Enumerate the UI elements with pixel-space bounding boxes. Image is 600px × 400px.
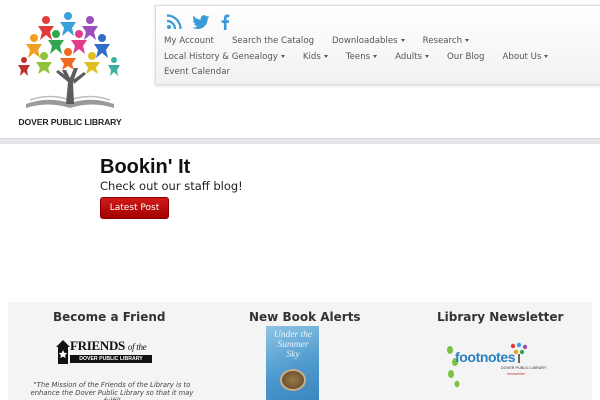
nav-row-2: Local History & Genealogy Kids Teens Adu… <box>164 52 566 62</box>
nav-teens[interactable]: Teens <box>346 52 385 62</box>
footnotes-logo-subtext-2: newsletter <box>507 371 526 376</box>
become-friend-title: Become a Friend <box>53 310 166 324</box>
hero-title: Bookin' It <box>100 156 191 178</box>
social-links <box>166 12 230 32</box>
library-name: DOVER PUBLIC LIBRARY <box>18 117 122 127</box>
rss-icon[interactable] <box>166 14 182 30</box>
book-cover[interactable]: Under the Summer Sky <box>266 326 319 400</box>
header-divider <box>0 138 600 144</box>
house-icon <box>56 340 70 364</box>
chevron-down-icon <box>544 55 549 58</box>
nav-search-catalog[interactable]: Search the Catalog <box>232 36 322 46</box>
nav-event-calendar[interactable]: Event Calendar <box>164 67 238 77</box>
footnotes-logo-subtext: DOVER PUBLIC LIBRARY <box>501 366 547 370</box>
nav-about-us[interactable]: About Us <box>503 52 557 62</box>
footnotes-logo-text: footnotes <box>455 349 516 365</box>
nav-our-blog[interactable]: Our Blog <box>447 52 492 62</box>
library-logo[interactable]: DOVER PUBLIC LIBRARY <box>16 8 124 130</box>
book-title: Under the Summer Sky <box>273 330 313 360</box>
nav-row-3: Event Calendar <box>164 67 248 77</box>
nav-research[interactable]: Research <box>423 36 477 46</box>
new-book-alerts-title: New Book Alerts <box>249 310 361 324</box>
footnotes-logo[interactable]: footnotes DOVER PUBLIC LIBRARY newslette… <box>445 340 547 388</box>
nav-local-history[interactable]: Local History & Genealogy <box>164 52 293 62</box>
nav-kids[interactable]: Kids <box>303 52 336 62</box>
chevron-down-icon <box>323 55 328 58</box>
nav-row-1: My Account Search the Catalog Downloadab… <box>164 36 487 46</box>
main-navigation: My Account Search the Catalog Downloadab… <box>155 5 600 85</box>
hero-subtitle: Check out our staff blog! <box>100 179 243 193</box>
nav-my-account[interactable]: My Account <box>164 36 222 46</box>
twitter-icon[interactable] <box>192 14 210 30</box>
latest-post-button[interactable]: Latest Post <box>100 197 169 219</box>
facebook-icon[interactable] <box>220 14 230 30</box>
tree-logo-icon <box>18 12 120 108</box>
chevron-down-icon <box>280 55 285 58</box>
chevron-down-icon <box>465 39 470 42</box>
chevron-down-icon <box>400 39 405 42</box>
chevron-down-icon <box>373 55 378 58</box>
friends-logo-subtext: DOVER PUBLIC LIBRARY <box>70 355 152 363</box>
friends-logo-text: FRIENDS of the <box>70 338 147 353</box>
book-cover-art <box>280 369 306 391</box>
library-newsletter-title: Library Newsletter <box>437 310 564 324</box>
nav-adults[interactable]: Adults <box>395 52 437 62</box>
friends-mission-text: "The Mission of the Friends of the Libra… <box>30 381 194 400</box>
friends-logo[interactable]: FRIENDS of the DOVER PUBLIC LIBRARY <box>56 338 152 366</box>
nav-downloadables[interactable]: Downloadables <box>332 36 413 46</box>
chevron-down-icon <box>425 55 430 58</box>
